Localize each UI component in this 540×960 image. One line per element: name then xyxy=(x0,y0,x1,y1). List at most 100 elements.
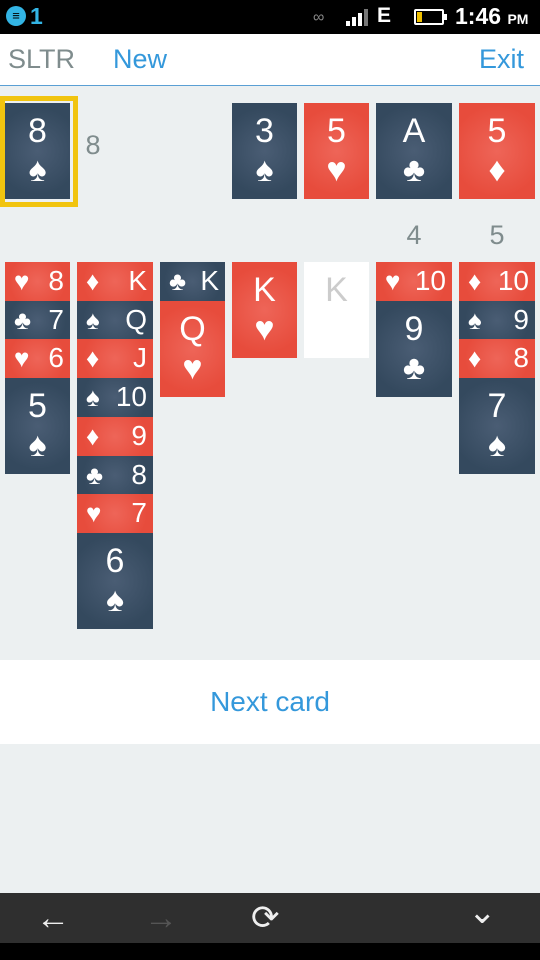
suit-icon: ♥ xyxy=(254,310,275,348)
card-rank: 6 xyxy=(105,541,125,580)
card-rank: 7 xyxy=(487,387,507,426)
suit-icon: ♦ xyxy=(468,266,482,296)
suit-icon: ♠ xyxy=(86,382,100,413)
suit-icon: ♥ xyxy=(326,151,347,189)
forward-arrow-icon[interactable]: → xyxy=(144,899,178,937)
card-rank: 6 xyxy=(48,342,64,374)
suit-icon: ♦ xyxy=(86,343,100,374)
column-count: 4 xyxy=(406,220,422,250)
card-rank: 8 xyxy=(48,265,64,296)
card[interactable]: ♥ 8 xyxy=(5,262,70,301)
signal-icon xyxy=(346,8,372,26)
suit-icon: ♠ xyxy=(28,426,47,465)
suit-icon: ♣ xyxy=(402,151,426,189)
network-type: E xyxy=(377,4,392,27)
card-rank: K xyxy=(253,271,276,309)
card-rank: 8 xyxy=(513,342,529,374)
card[interactable]: ♠ 3 xyxy=(232,103,297,199)
card-rank: 10 xyxy=(497,265,529,296)
card-rank: 5 xyxy=(487,112,507,150)
card[interactable]: ♦ K xyxy=(77,262,153,301)
column-count: 5 xyxy=(489,220,505,250)
stock-count: 8 xyxy=(85,130,101,160)
card[interactable]: ♠ Q xyxy=(77,300,153,340)
suit-icon: ♣ xyxy=(86,459,104,490)
chevron-down-icon[interactable]: ⌄ xyxy=(468,893,497,931)
suit-icon: ♥ xyxy=(86,498,102,529)
app-header: SLTR New Exit xyxy=(0,34,540,86)
suit-icon: ♣ xyxy=(169,266,187,296)
card-rank: 9 xyxy=(131,419,147,451)
card[interactable]: ♥ 5 xyxy=(304,103,369,199)
notification-count: 1 xyxy=(30,3,43,29)
card[interactable]: ♦ J xyxy=(77,339,153,379)
suit-icon: ♥ xyxy=(14,343,30,374)
new-game-button[interactable]: New xyxy=(113,44,167,75)
time: 1:46 xyxy=(455,3,502,29)
suit-icon: ♠ xyxy=(105,580,125,619)
suit-icon: ♠ xyxy=(468,304,482,335)
card[interactable]: ♣ A xyxy=(376,103,452,199)
card-rank: J xyxy=(133,342,147,374)
card-rank: K xyxy=(200,265,219,296)
card-rank: 7 xyxy=(48,303,64,335)
card-rank: 9 xyxy=(513,303,529,335)
card[interactable]: ♠ 5 xyxy=(5,378,70,475)
card-rank: Q xyxy=(179,309,206,348)
card[interactable]: ♣ K xyxy=(160,262,225,301)
suit-icon: ♠ xyxy=(255,151,274,189)
card[interactable]: ♦ 10 xyxy=(459,262,535,301)
card-rank: 5 xyxy=(327,112,346,150)
card[interactable]: ♥ K xyxy=(232,262,297,358)
card[interactable]: ♣ 7 xyxy=(5,300,70,340)
card[interactable]: ♦ 5 xyxy=(459,103,535,199)
suit-icon: ♥ xyxy=(14,266,30,296)
empty-column-slot[interactable]: K xyxy=(304,262,369,358)
card-rank: 10 xyxy=(115,381,147,413)
system-bottom-bar xyxy=(0,943,540,960)
battery-icon xyxy=(414,9,447,25)
card[interactable]: ♦ 8 xyxy=(459,339,535,379)
ampm: PM xyxy=(507,11,529,27)
card[interactable]: ♠ 6 xyxy=(77,532,153,629)
suit-icon: ♠ xyxy=(487,426,507,465)
card[interactable]: ♣ 8 xyxy=(77,455,153,495)
card-rank: 8 xyxy=(131,458,147,490)
suit-icon: ♦ xyxy=(488,151,506,189)
suit-icon: ♠ xyxy=(28,151,47,189)
suit-icon: ♥ xyxy=(182,348,203,387)
suit-icon: ♣ xyxy=(402,348,426,387)
suit-icon: ♦ xyxy=(468,343,482,374)
exit-button[interactable]: Exit xyxy=(479,44,524,75)
card[interactable]: ♠ 7 xyxy=(459,378,535,475)
card-rank: 9 xyxy=(404,309,424,348)
card[interactable]: ♦ 9 xyxy=(77,416,153,456)
card-rank: 10 xyxy=(414,265,446,296)
status-bar: ≡ 1 ∞ E 1:46 PM xyxy=(0,0,540,34)
card[interactable]: ♥ 10 xyxy=(376,262,452,301)
card[interactable]: ♥ Q xyxy=(160,300,225,397)
card-rank: 3 xyxy=(255,112,274,150)
browser-nav-bar: ← → ⟳ ⌄ xyxy=(0,893,540,943)
card-rank: K xyxy=(128,265,147,296)
card-rank: A xyxy=(402,112,426,150)
card-rank: Q xyxy=(125,303,147,335)
card[interactable]: ♣ 9 xyxy=(376,300,452,397)
suit-icon: ♣ xyxy=(14,304,32,335)
app-title: SLTR xyxy=(8,44,76,74)
back-arrow-icon[interactable]: ← xyxy=(36,899,70,937)
link-icon: ∞ xyxy=(313,9,325,26)
suit-icon: ♠ xyxy=(86,304,100,335)
suit-icon: ♥ xyxy=(385,266,401,296)
suit-icon: ♦ xyxy=(86,420,100,451)
card-rank: 5 xyxy=(28,387,47,426)
reload-icon[interactable]: ⟳ xyxy=(251,899,280,937)
next-card-button[interactable]: Next card xyxy=(0,660,540,744)
card[interactable]: ♥ 7 xyxy=(77,494,153,534)
card[interactable]: ♠ 10 xyxy=(77,378,153,418)
card-rank: 8 xyxy=(28,112,47,150)
card[interactable]: ♠ 8 xyxy=(5,103,70,199)
card[interactable]: ♥ 6 xyxy=(5,339,70,379)
card-rank: 7 xyxy=(131,497,147,529)
card[interactable]: ♠ 9 xyxy=(459,300,535,340)
